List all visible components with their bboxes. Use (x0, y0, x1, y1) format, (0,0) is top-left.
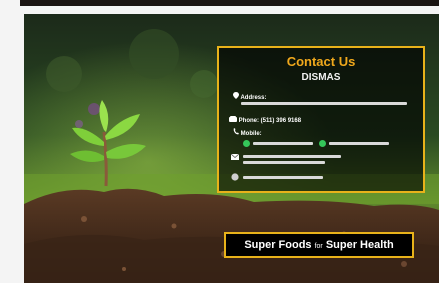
company-name: DISMAS (301, 72, 341, 83)
mobile-phone-icon (233, 128, 239, 137)
left-margin (0, 0, 20, 283)
phone-row: Phone: (511) 396 9168 (229, 116, 301, 124)
location-pin-icon (233, 92, 239, 101)
mobile-row: Mobile: (233, 128, 262, 137)
slogan-part-1: Super Foods (244, 239, 315, 251)
slogan-banner: Super Foods for Super Health (224, 232, 414, 258)
mobile-number-1-redacted[interactable] (253, 142, 313, 145)
envelope-icon (230, 153, 240, 162)
website-redacted[interactable] (243, 176, 323, 179)
email-row (230, 153, 240, 162)
email-redacted-1[interactable] (243, 155, 341, 158)
slogan-part-2: for (314, 243, 323, 250)
whatsapp-icon (243, 140, 250, 147)
top-banner-strip (20, 0, 439, 6)
phone-text[interactable]: Phone: (511) 396 9168 (239, 118, 301, 124)
contact-title: Contact Us (286, 54, 356, 69)
address-label: Address: (240, 95, 267, 101)
website-row (231, 173, 239, 183)
mobile-label: Mobile: (240, 131, 262, 137)
mobile-number-2-redacted[interactable] (329, 142, 389, 145)
email-redacted-2[interactable] (243, 161, 325, 164)
slogan-part-3: Super Health (322, 239, 394, 251)
whatsapp-icon (319, 140, 326, 147)
phone-icon (229, 116, 237, 124)
contact-card: Contact Us DISMAS Address: Phone: (511) … (217, 46, 425, 193)
address-redacted (241, 102, 407, 105)
globe-icon (231, 173, 239, 183)
address-row: Address: (233, 92, 266, 101)
